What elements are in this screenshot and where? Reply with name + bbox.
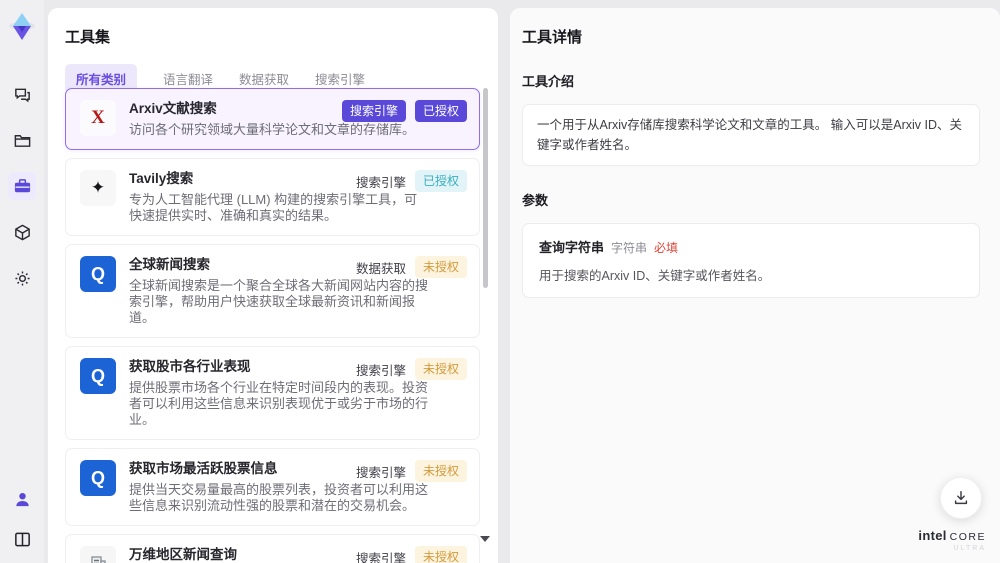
category-label: 搜索引擎 [355, 551, 406, 563]
category-label: 搜索引擎 [355, 363, 406, 378]
intro-box: 一个用于从Arxiv存储库搜索科学论文和文章的工具。 输入可以是Arxiv ID… [522, 104, 980, 166]
param-card: 查询字符串 字符串 必填 用于搜索的Arxiv ID、关键字或作者姓名。 [522, 223, 980, 298]
brand-intel: intel [918, 527, 947, 543]
news-building-icon [80, 546, 116, 563]
category-label: 搜索引擎 [355, 465, 406, 480]
tool-desc: 专为人工智能代理 (LLM) 构建的搜索引擎工具，可快速提供实时、准确和真实的结… [129, 192, 418, 223]
status-badge: 已授权 [414, 100, 467, 122]
tool-card-tavily[interactable]: ✦ Tavily搜索 专为人工智能代理 (LLM) 构建的搜索引擎工具，可快速提… [65, 158, 480, 236]
cube-icon [13, 223, 32, 242]
sidebar-item-files[interactable] [8, 126, 36, 154]
status-badge: 未授权 [414, 256, 467, 278]
brand-ultra: ULTRA [953, 545, 986, 553]
q-logo-icon: Q [80, 460, 116, 496]
brand-core: CORE [949, 530, 986, 543]
details-title: 工具详情 [522, 29, 583, 46]
sidebar-item-panel-toggle[interactable] [8, 525, 36, 553]
tool-details-panel: 工具详情 工具介绍 一个用于从Arxiv存储库搜索科学论文和文章的工具。 输入可… [510, 8, 1000, 563]
toolset-panel: 工具集 所有类别 语言翻译 数据获取 搜索引擎 X Arxiv文献搜索 访问各个… [48, 8, 498, 563]
category-badge: 搜索引擎 [341, 100, 406, 122]
download-button[interactable] [940, 477, 982, 519]
briefcase-icon [13, 177, 32, 196]
sidebar-item-chat[interactable] [8, 80, 36, 108]
tool-desc: 提供股票市场各个行业在特定时间段内的表现。投资者可以利用这些信息来识别表现优于或… [129, 380, 429, 427]
app-sidebar [0, 0, 44, 563]
download-icon [952, 489, 970, 507]
gear-icon [13, 269, 32, 288]
param-desc: 用于搜索的Arxiv ID、关键字或作者姓名。 [539, 269, 771, 283]
tavily-icon: ✦ [80, 170, 116, 206]
intro-heading: 工具介绍 [522, 74, 575, 89]
tool-card-sector-performance[interactable]: Q 获取股市各行业表现 提供股票市场各个行业在特定时间段内的表现。投资者可以利用… [65, 346, 480, 440]
status-badge: 未授权 [414, 546, 467, 563]
user-icon [13, 490, 32, 509]
app-logo-icon [6, 10, 38, 42]
q-logo-icon: Q [80, 358, 116, 394]
category-label: 搜索引擎 [355, 175, 406, 190]
arxiv-icon: X [80, 100, 116, 136]
page-title: 工具集 [65, 29, 111, 46]
tool-card-arxiv[interactable]: X Arxiv文献搜索 访问各个研究领域大量科学论文和文章的存储库。 搜索引擎 … [65, 88, 480, 150]
status-badge: 未授权 [414, 358, 467, 380]
folder-icon [13, 131, 32, 150]
tool-card-global-news[interactable]: Q 全球新闻搜索 全球新闻搜索是一个聚合全球各大新闻网站内容的搜索引擎，帮助用户… [65, 244, 480, 338]
tool-desc: 全球新闻搜索是一个聚合全球各大新闻网站内容的搜索引擎，帮助用户快速获取全球最新资… [129, 278, 429, 325]
sidebar-item-toolset[interactable] [8, 172, 36, 200]
tool-card-regional-news[interactable]: 万维地区新闻查询 查询具体行政区划内的新闻，快速了解各地新闻动 搜索引擎 未授权 [65, 534, 480, 563]
tool-desc: 访问各个研究领域大量科学论文和文章的存储库。 [129, 122, 416, 137]
params-heading: 参数 [522, 193, 549, 208]
status-badge: 未授权 [414, 460, 467, 482]
intel-core-logo: intel CORE ULTRA [918, 527, 986, 553]
panel-toggle-icon [13, 530, 32, 549]
category-label: 数据获取 [355, 261, 406, 276]
sidebar-item-account[interactable] [8, 485, 36, 513]
status-badge: 已授权 [414, 170, 467, 192]
q-logo-icon: Q [80, 256, 116, 292]
tool-list: X Arxiv文献搜索 访问各个研究领域大量科学论文和文章的存储库。 搜索引擎 … [65, 88, 480, 563]
scroll-down-icon[interactable] [480, 536, 490, 542]
scrollbar-thumb[interactable] [483, 88, 488, 288]
param-type: 字符串 [611, 241, 648, 255]
list-scrollbar[interactable] [480, 88, 490, 548]
sidebar-item-settings[interactable] [8, 264, 36, 292]
param-name: 查询字符串 [539, 240, 605, 255]
param-required-badge: 必填 [654, 241, 679, 255]
chat-icon [13, 85, 32, 104]
sidebar-item-packages[interactable] [8, 218, 36, 246]
tool-card-active-stocks[interactable]: Q 获取市场最活跃股票信息 提供当天交易量最高的股票列表，投资者可以利用这些信息… [65, 448, 480, 526]
tool-desc: 提供当天交易量最高的股票列表，投资者可以利用这些信息来识别流动性强的股票和潜在的… [129, 482, 429, 513]
